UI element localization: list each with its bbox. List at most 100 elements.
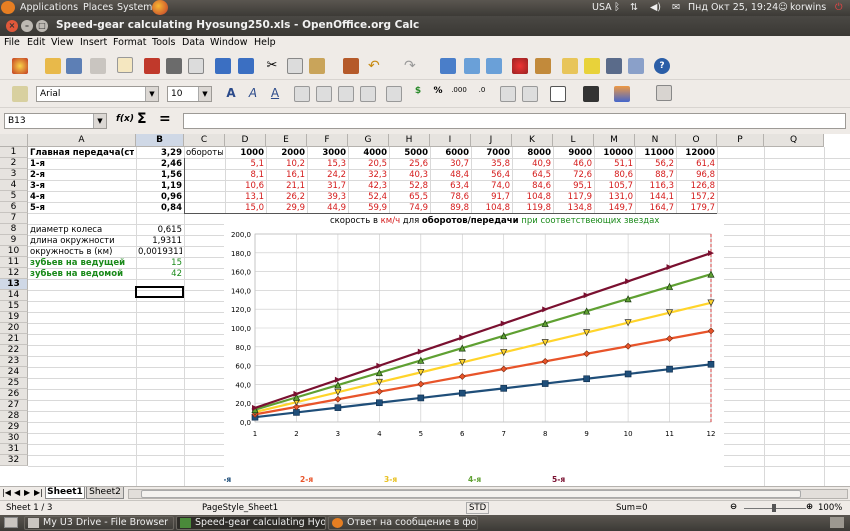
show-draw-functions-icon[interactable] [535, 58, 551, 74]
menu-system[interactable]: System [117, 2, 152, 13]
select-all-corner[interactable] [0, 134, 28, 147]
cell-gear-speed[interactable]: 52,4 [350, 192, 387, 203]
row-header-3[interactable]: 3 [0, 169, 28, 180]
tab-first-icon[interactable]: |◀ [2, 488, 11, 497]
cell-rpm-header[interactable]: 3000 [309, 148, 346, 159]
col-header-q[interactable]: Q [764, 134, 824, 147]
menu-tools[interactable]: Tools [152, 37, 175, 48]
italic-icon[interactable]: A [245, 86, 261, 102]
row-header-22[interactable]: 22 [0, 345, 28, 356]
underline-icon[interactable]: A [267, 86, 283, 102]
zoom-slider-handle[interactable] [772, 504, 776, 512]
cell-gear-speed[interactable]: 35,8 [473, 159, 510, 170]
align-center-icon[interactable] [316, 86, 332, 102]
menu-file[interactable]: File [4, 37, 20, 48]
col-header-e[interactable]: E [266, 134, 307, 147]
col-header-g[interactable]: G [348, 134, 389, 147]
cell-gear-speed[interactable]: 26,2 [268, 192, 305, 203]
cell-gear-speed[interactable]: 30,7 [432, 159, 469, 170]
cell-rpm-header[interactable]: 11000 [637, 148, 674, 159]
cell-rpm-header[interactable]: 2000 [268, 148, 305, 159]
justify-icon[interactable] [360, 86, 376, 102]
cell-c1-rpm-label[interactable]: обороты- [186, 148, 223, 159]
cell-gear-speed[interactable]: 13,1 [227, 192, 264, 203]
add-decimal-icon[interactable]: .0 [474, 86, 490, 102]
format-paintbrush-icon[interactable] [343, 58, 359, 74]
cell-gear-name[interactable]: 2-я [30, 170, 134, 181]
sort-descending-icon[interactable] [486, 58, 502, 74]
cell-gear-speed[interactable]: 80,6 [596, 170, 633, 181]
cell-gear-speed[interactable]: 42,3 [350, 181, 387, 192]
cell-rpm-header[interactable]: 9000 [555, 148, 592, 159]
col-header-c[interactable]: C [184, 134, 225, 147]
cell-gear-ratio[interactable]: 2,46 [138, 159, 182, 170]
selection-mode[interactable]: STD [466, 502, 490, 514]
col-header-m[interactable]: M [594, 134, 635, 147]
tab-sheet1[interactable]: Sheet1 [45, 487, 85, 499]
cell-param-label[interactable]: окружность в (км) [30, 247, 134, 258]
cell-rpm-header[interactable]: 4000 [350, 148, 387, 159]
bluetooth-icon[interactable]: ᛒ [614, 2, 620, 13]
row-header-13[interactable]: 13 [0, 279, 28, 290]
find-replace-icon[interactable] [562, 58, 578, 74]
row-header-5[interactable]: 5 [0, 191, 28, 202]
cell-param-label[interactable]: длина окружности [30, 236, 134, 247]
cell-gear-speed[interactable]: 84,6 [514, 181, 551, 192]
cell-rpm-header[interactable]: 7000 [473, 148, 510, 159]
cell-rpm-header[interactable]: 6000 [432, 148, 469, 159]
cell-gear-speed[interactable]: 31,7 [309, 181, 346, 192]
row-header-23[interactable]: 23 [0, 356, 28, 367]
spreadsheet-grid[interactable]: ABCDEFGHIJKLMNOPQ 1 2 3 4 5 6 7 8 9 10 11 12 13 14 15 1… [0, 134, 850, 486]
row-header-32[interactable]: 32 [0, 455, 28, 466]
close-window-icon[interactable]: × [6, 20, 18, 32]
zoom-level[interactable]: 100% [818, 503, 842, 513]
cell-gear-speed[interactable]: 95,1 [555, 181, 592, 192]
cell-gear-speed[interactable]: 157,2 [678, 192, 715, 203]
background-color-icon[interactable] [614, 86, 630, 102]
cell-rpm-header[interactable]: 1000 [227, 148, 264, 159]
row-header-1[interactable]: 1 [0, 147, 28, 158]
save-icon[interactable] [66, 58, 82, 74]
cell-param-value[interactable]: 15 [138, 258, 182, 269]
task-calc[interactable]: Speed-gear calculating Hyo... [176, 516, 326, 530]
col-header-k[interactable]: K [512, 134, 553, 147]
toggle-grid-icon[interactable] [656, 85, 672, 101]
styles-icon[interactable] [12, 86, 28, 102]
standard-format-icon[interactable]: .000 [451, 86, 467, 102]
menu-places[interactable]: Places [83, 2, 113, 13]
cell-gear-speed[interactable]: 74,0 [473, 181, 510, 192]
mail-icon[interactable]: ✉ [672, 2, 680, 13]
export-pdf-icon[interactable] [144, 58, 160, 74]
firefox-launcher-icon[interactable] [152, 0, 168, 15]
tab-next-icon[interactable]: ▶ [24, 488, 30, 497]
bold-icon[interactable]: A [223, 86, 239, 102]
cell-gear-speed[interactable]: 25,6 [391, 159, 428, 170]
scrollbar-thumb[interactable] [141, 490, 801, 498]
col-header-h[interactable]: H [389, 134, 430, 147]
row-header-6[interactable]: 6 [0, 202, 28, 213]
col-header-o[interactable]: O [676, 134, 717, 147]
cell-gear-speed[interactable]: 8,1 [227, 170, 264, 181]
cell-gear-speed[interactable]: 64,5 [514, 170, 551, 181]
hyperlink-icon[interactable] [440, 58, 456, 74]
cell-gear-speed[interactable]: 10,2 [268, 159, 305, 170]
cell-gear-name[interactable]: 1-я [30, 159, 134, 170]
row-header-8[interactable]: 8 [0, 224, 28, 235]
increase-indent-icon[interactable] [522, 86, 538, 102]
sort-ascending-icon[interactable] [464, 58, 480, 74]
row-header-24[interactable]: 24 [0, 367, 28, 378]
cell-param-value[interactable]: 0,615 [138, 225, 182, 236]
gallery-icon[interactable] [606, 58, 622, 74]
row-header-15[interactable]: 15 [0, 301, 28, 312]
window-titlebar[interactable]: × – □ Speed-gear calculating Hyosung250.… [0, 16, 850, 36]
cell-gear-speed[interactable]: 40,9 [514, 159, 551, 170]
row-header-2[interactable]: 2 [0, 158, 28, 169]
show-desktop-icon[interactable] [4, 517, 18, 528]
volume-icon[interactable]: ◀) [650, 2, 661, 13]
cell-gear-speed[interactable]: 91,7 [473, 192, 510, 203]
cell-gear-speed[interactable]: 72,6 [555, 170, 592, 181]
insert-chart-icon[interactable] [512, 58, 528, 74]
keyboard-layout[interactable]: USA [592, 2, 612, 13]
cell-param-value[interactable]: 0,0019311 [138, 247, 182, 258]
row-header-19[interactable]: 19 [0, 312, 28, 323]
